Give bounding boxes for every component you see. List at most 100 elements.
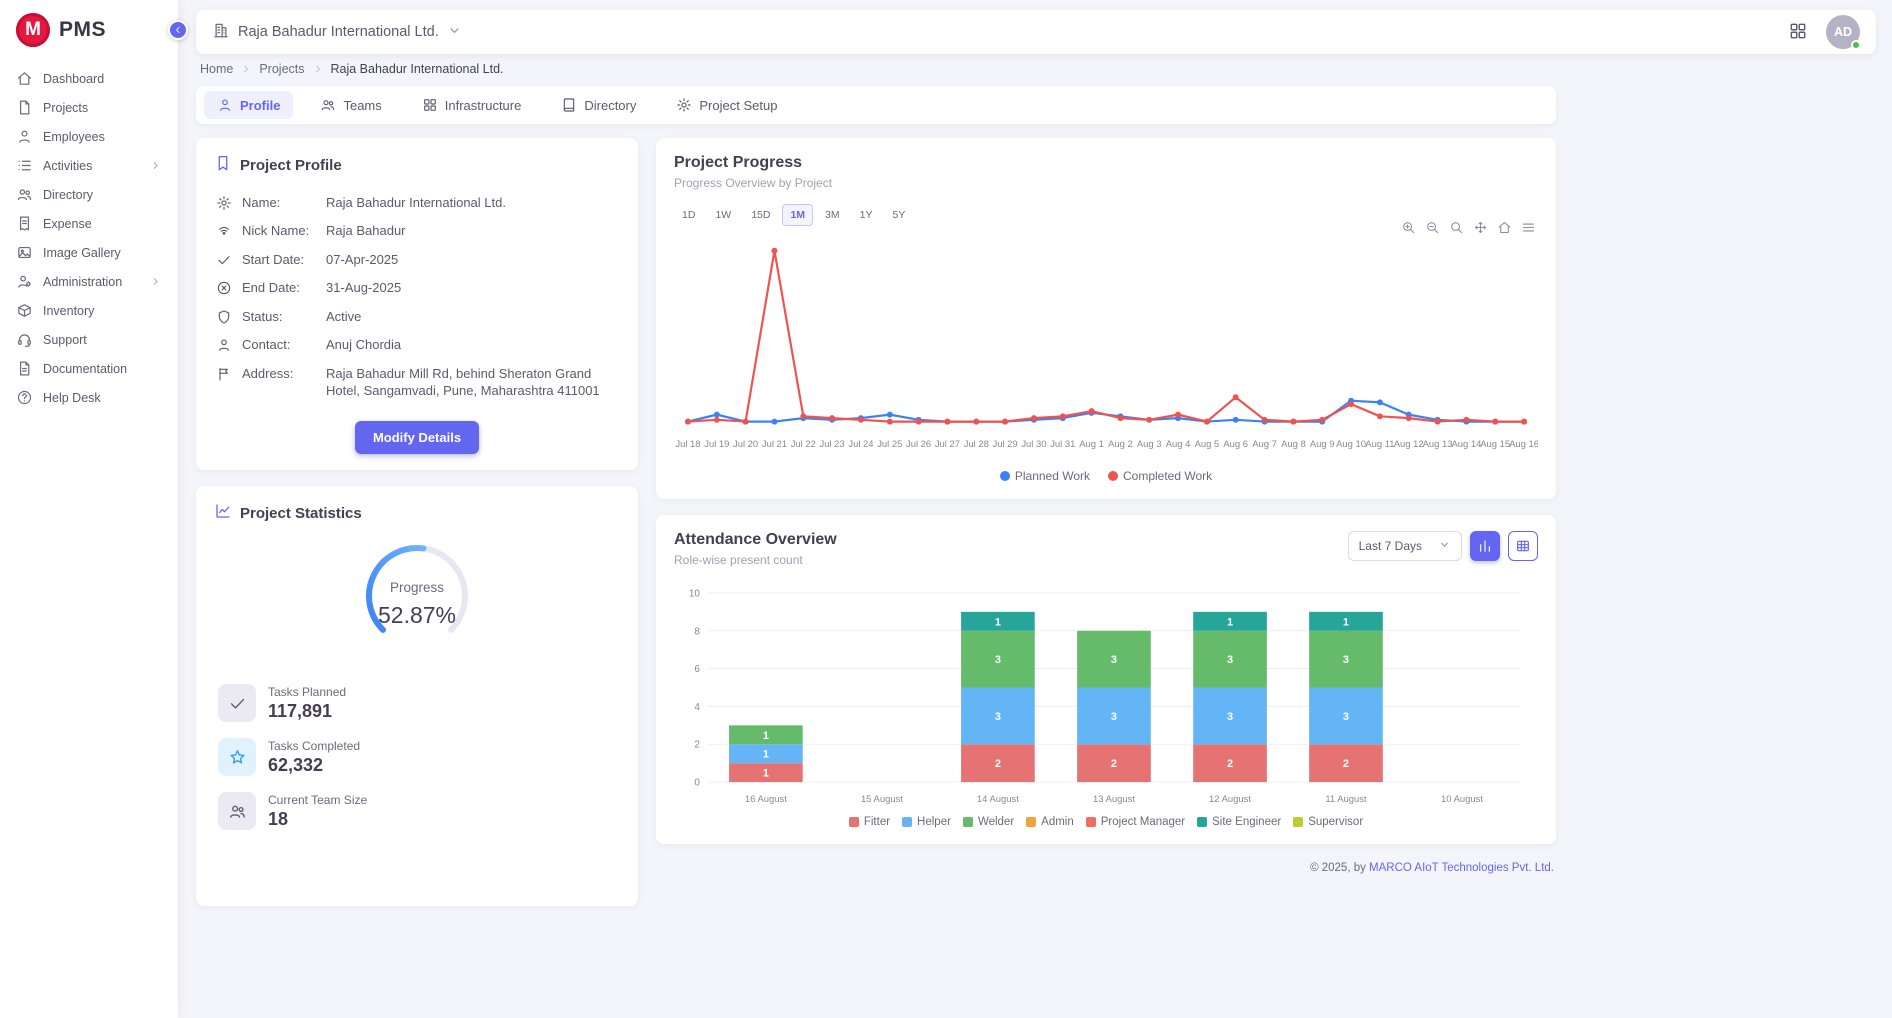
data-point[interactable]: [1031, 415, 1037, 421]
data-point[interactable]: [743, 419, 749, 425]
range-button-1d[interactable]: 1D: [674, 204, 703, 226]
sidebar-item-employees[interactable]: Employees: [0, 123, 178, 150]
company-selector[interactable]: Raja Bahadur International Ltd.: [212, 21, 462, 43]
data-point[interactable]: [1233, 417, 1239, 423]
data-point[interactable]: [1521, 419, 1527, 425]
sidebar-collapse-button[interactable]: [168, 20, 188, 40]
legend-planned-work[interactable]: Planned Work: [1000, 469, 1090, 483]
data-point[interactable]: [1463, 417, 1469, 423]
data-point[interactable]: [829, 415, 835, 421]
avatar-initials: AD: [1834, 25, 1852, 39]
data-point[interactable]: [887, 412, 893, 418]
attendance-range-select[interactable]: Last 7 Days: [1348, 531, 1462, 561]
legend-swatch: [1026, 817, 1036, 827]
data-point[interactable]: [1435, 419, 1441, 425]
range-button-3m[interactable]: 3M: [817, 204, 848, 226]
data-point[interactable]: [858, 417, 864, 423]
breadcrumb-item-raja-bahadur-international-ltd[interactable]: Raja Bahadur International Ltd.: [331, 62, 504, 76]
sidebar-item-directory[interactable]: Directory: [0, 181, 178, 208]
tab-directory[interactable]: Directory: [548, 91, 649, 119]
data-point[interactable]: [887, 419, 893, 425]
toolbar-zoom-in-button[interactable]: [1401, 220, 1416, 235]
sidebar-item-projects[interactable]: Projects: [0, 94, 178, 121]
attendance-head-text: Attendance Overview Role-wise present co…: [674, 531, 837, 567]
data-point[interactable]: [1492, 419, 1498, 425]
data-point[interactable]: [1117, 415, 1123, 421]
sidebar-item-administration[interactable]: Administration: [0, 268, 178, 295]
bar-chart-view-button[interactable]: [1470, 531, 1500, 561]
progress-line-chart[interactable]: Jul 18Jul 19Jul 20Jul 21Jul 22Jul 23Jul …: [674, 228, 1538, 465]
tab-project-setup[interactable]: Project Setup: [663, 91, 790, 119]
data-point[interactable]: [1290, 419, 1296, 425]
tab-teams[interactable]: Teams: [307, 91, 394, 119]
tab-infrastructure[interactable]: Infrastructure: [409, 91, 535, 119]
sidebar-item-image-gallery[interactable]: Image Gallery: [0, 239, 178, 266]
sidebar: M PMS Dashboard Projects Employees Activ…: [0, 0, 178, 1018]
data-point[interactable]: [916, 419, 922, 425]
range-button-15d[interactable]: 15D: [743, 204, 778, 226]
footer-company-link[interactable]: MARCO AIoT Technologies Pvt. Ltd.: [1369, 862, 1554, 874]
legend-welder[interactable]: Welder: [963, 816, 1014, 828]
app-logo[interactable]: M PMS: [0, 0, 178, 63]
legend-helper[interactable]: Helper: [902, 816, 951, 828]
range-button-1w[interactable]: 1W: [707, 204, 739, 226]
sidebar-item-inventory[interactable]: Inventory: [0, 297, 178, 324]
legend-supervisor[interactable]: Supervisor: [1293, 816, 1363, 828]
line-series-completed-work: [688, 251, 1524, 422]
attendance-bar-chart[interactable]: 024681011116 August15 August233114 Augus…: [674, 581, 1538, 812]
sidebar-item-activities[interactable]: Activities: [0, 152, 178, 179]
legend-completed-work[interactable]: Completed Work: [1108, 469, 1212, 483]
toolbar-pan-button[interactable]: [1473, 220, 1488, 235]
data-point[interactable]: [1377, 399, 1383, 405]
data-point[interactable]: [1146, 417, 1152, 423]
data-point[interactable]: [685, 419, 691, 425]
range-button-1m[interactable]: 1M: [782, 204, 813, 226]
data-point[interactable]: [714, 417, 720, 423]
breadcrumb-item-home[interactable]: Home: [200, 62, 233, 76]
legend-site-engineer[interactable]: Site Engineer: [1197, 816, 1281, 828]
modify-details-button[interactable]: Modify Details: [355, 421, 479, 454]
tab-profile[interactable]: Profile: [204, 91, 293, 119]
data-point[interactable]: [1204, 419, 1210, 425]
data-point[interactable]: [1319, 417, 1325, 423]
data-point[interactable]: [973, 419, 979, 425]
data-point[interactable]: [1175, 412, 1181, 418]
data-point[interactable]: [771, 419, 777, 425]
file-text-icon: [16, 360, 33, 377]
data-point[interactable]: [1089, 408, 1095, 414]
table-view-button[interactable]: [1508, 531, 1538, 561]
sidebar-item-support[interactable]: Support: [0, 326, 178, 353]
data-point[interactable]: [1060, 413, 1066, 419]
sidebar-item-documentation[interactable]: Documentation: [0, 355, 178, 382]
data-point[interactable]: [1262, 417, 1268, 423]
user-avatar[interactable]: AD: [1826, 15, 1860, 49]
sidebar-item-dashboard[interactable]: Dashboard: [0, 65, 178, 92]
toolbar-menu-button[interactable]: [1521, 220, 1536, 235]
book-icon: [561, 97, 577, 113]
apps-button[interactable]: [1786, 19, 1810, 46]
toolbar-zoom-out-button[interactable]: [1425, 220, 1440, 235]
data-point[interactable]: [1406, 415, 1412, 421]
data-point[interactable]: [1002, 419, 1008, 425]
svg-text:Jul 27: Jul 27: [935, 439, 960, 450]
legend-fitter[interactable]: Fitter: [849, 816, 890, 828]
data-point[interactable]: [1348, 401, 1354, 407]
project-statistics-title-text: Project Statistics: [240, 505, 362, 522]
sidebar-item-help-desk[interactable]: Help Desk: [0, 384, 178, 411]
stat-value: 117,891: [268, 701, 346, 722]
range-button-5y[interactable]: 5Y: [884, 204, 913, 226]
data-point[interactable]: [944, 419, 950, 425]
data-point[interactable]: [800, 413, 806, 419]
toolbar-zoom-button[interactable]: [1449, 220, 1464, 235]
legend-project-manager[interactable]: Project Manager: [1086, 816, 1185, 828]
data-point[interactable]: [1233, 394, 1239, 400]
attendance-subtitle: Role-wise present count: [674, 553, 837, 567]
data-point[interactable]: [771, 248, 777, 254]
data-point[interactable]: [714, 412, 720, 418]
range-button-1y[interactable]: 1Y: [852, 204, 881, 226]
toolbar-home-button[interactable]: [1497, 220, 1512, 235]
breadcrumb-item-projects[interactable]: Projects: [259, 62, 304, 76]
sidebar-item-expense[interactable]: Expense: [0, 210, 178, 237]
data-point[interactable]: [1377, 413, 1383, 419]
legend-admin[interactable]: Admin: [1026, 816, 1074, 828]
